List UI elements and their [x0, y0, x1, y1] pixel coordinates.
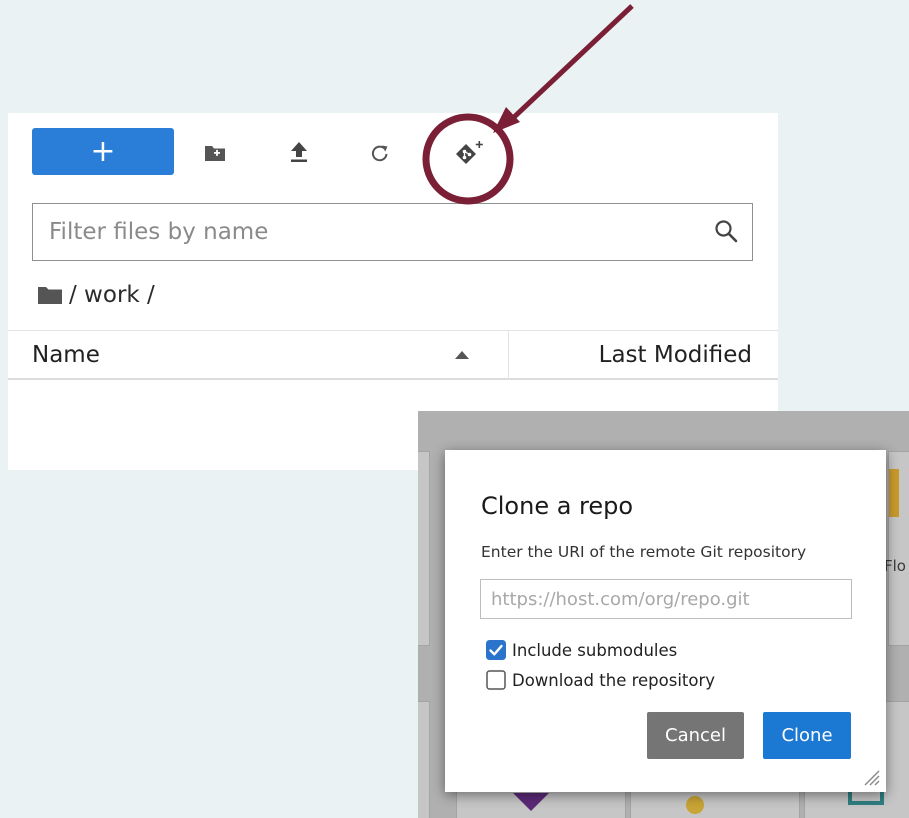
- new-folder-icon[interactable]: [204, 144, 226, 162]
- filter-files-box: [32, 203, 753, 261]
- repo-uri-input[interactable]: [480, 579, 852, 619]
- uri-prompt-label: Enter the URI of the remote Git reposito…: [481, 543, 807, 561]
- background-launcher-icon: [889, 469, 899, 517]
- download-repository-checkbox[interactable]: [486, 670, 506, 690]
- column-header-last-modified[interactable]: Last Modified: [599, 342, 752, 368]
- resize-handle-icon[interactable]: [862, 768, 880, 786]
- folder-icon[interactable]: [37, 285, 63, 305]
- sort-ascending-icon[interactable]: [455, 351, 469, 359]
- search-icon: [715, 220, 738, 243]
- column-header-name[interactable]: Name: [32, 342, 100, 368]
- cancel-button[interactable]: Cancel: [647, 712, 744, 759]
- git-clone-icon[interactable]: [454, 140, 486, 170]
- include-submodules-checkbox[interactable]: [486, 640, 506, 660]
- include-submodules-option[interactable]: Include submodules: [486, 640, 677, 660]
- background-launcher-icon: [513, 793, 549, 811]
- breadcrumb-path[interactable]: / work /: [69, 282, 155, 308]
- include-submodules-label[interactable]: Include submodules: [512, 641, 677, 660]
- download-repository-label[interactable]: Download the repository: [512, 671, 715, 690]
- clone-repo-dialog: Clone a repo Enter the URI of the remote…: [445, 450, 886, 792]
- filter-files-input[interactable]: [49, 204, 689, 260]
- upload-icon[interactable]: [289, 141, 309, 163]
- background-launcher-label: Flo: [884, 557, 906, 575]
- download-repository-option[interactable]: Download the repository: [486, 670, 715, 690]
- clone-button[interactable]: Clone: [763, 712, 851, 759]
- new-launcher-button[interactable]: +: [32, 128, 174, 175]
- background-card: [418, 451, 430, 646]
- file-list-header: Name Last Modified: [8, 330, 778, 380]
- background-launcher-icon: [686, 796, 704, 814]
- background-card: [418, 701, 430, 818]
- column-divider[interactable]: [508, 331, 509, 379]
- annotation-arrow: [510, 4, 634, 121]
- dialog-title: Clone a repo: [481, 492, 634, 520]
- refresh-icon[interactable]: [370, 143, 390, 163]
- breadcrumb: / work /: [37, 280, 155, 310]
- file-browser-toolbar: +: [8, 113, 778, 193]
